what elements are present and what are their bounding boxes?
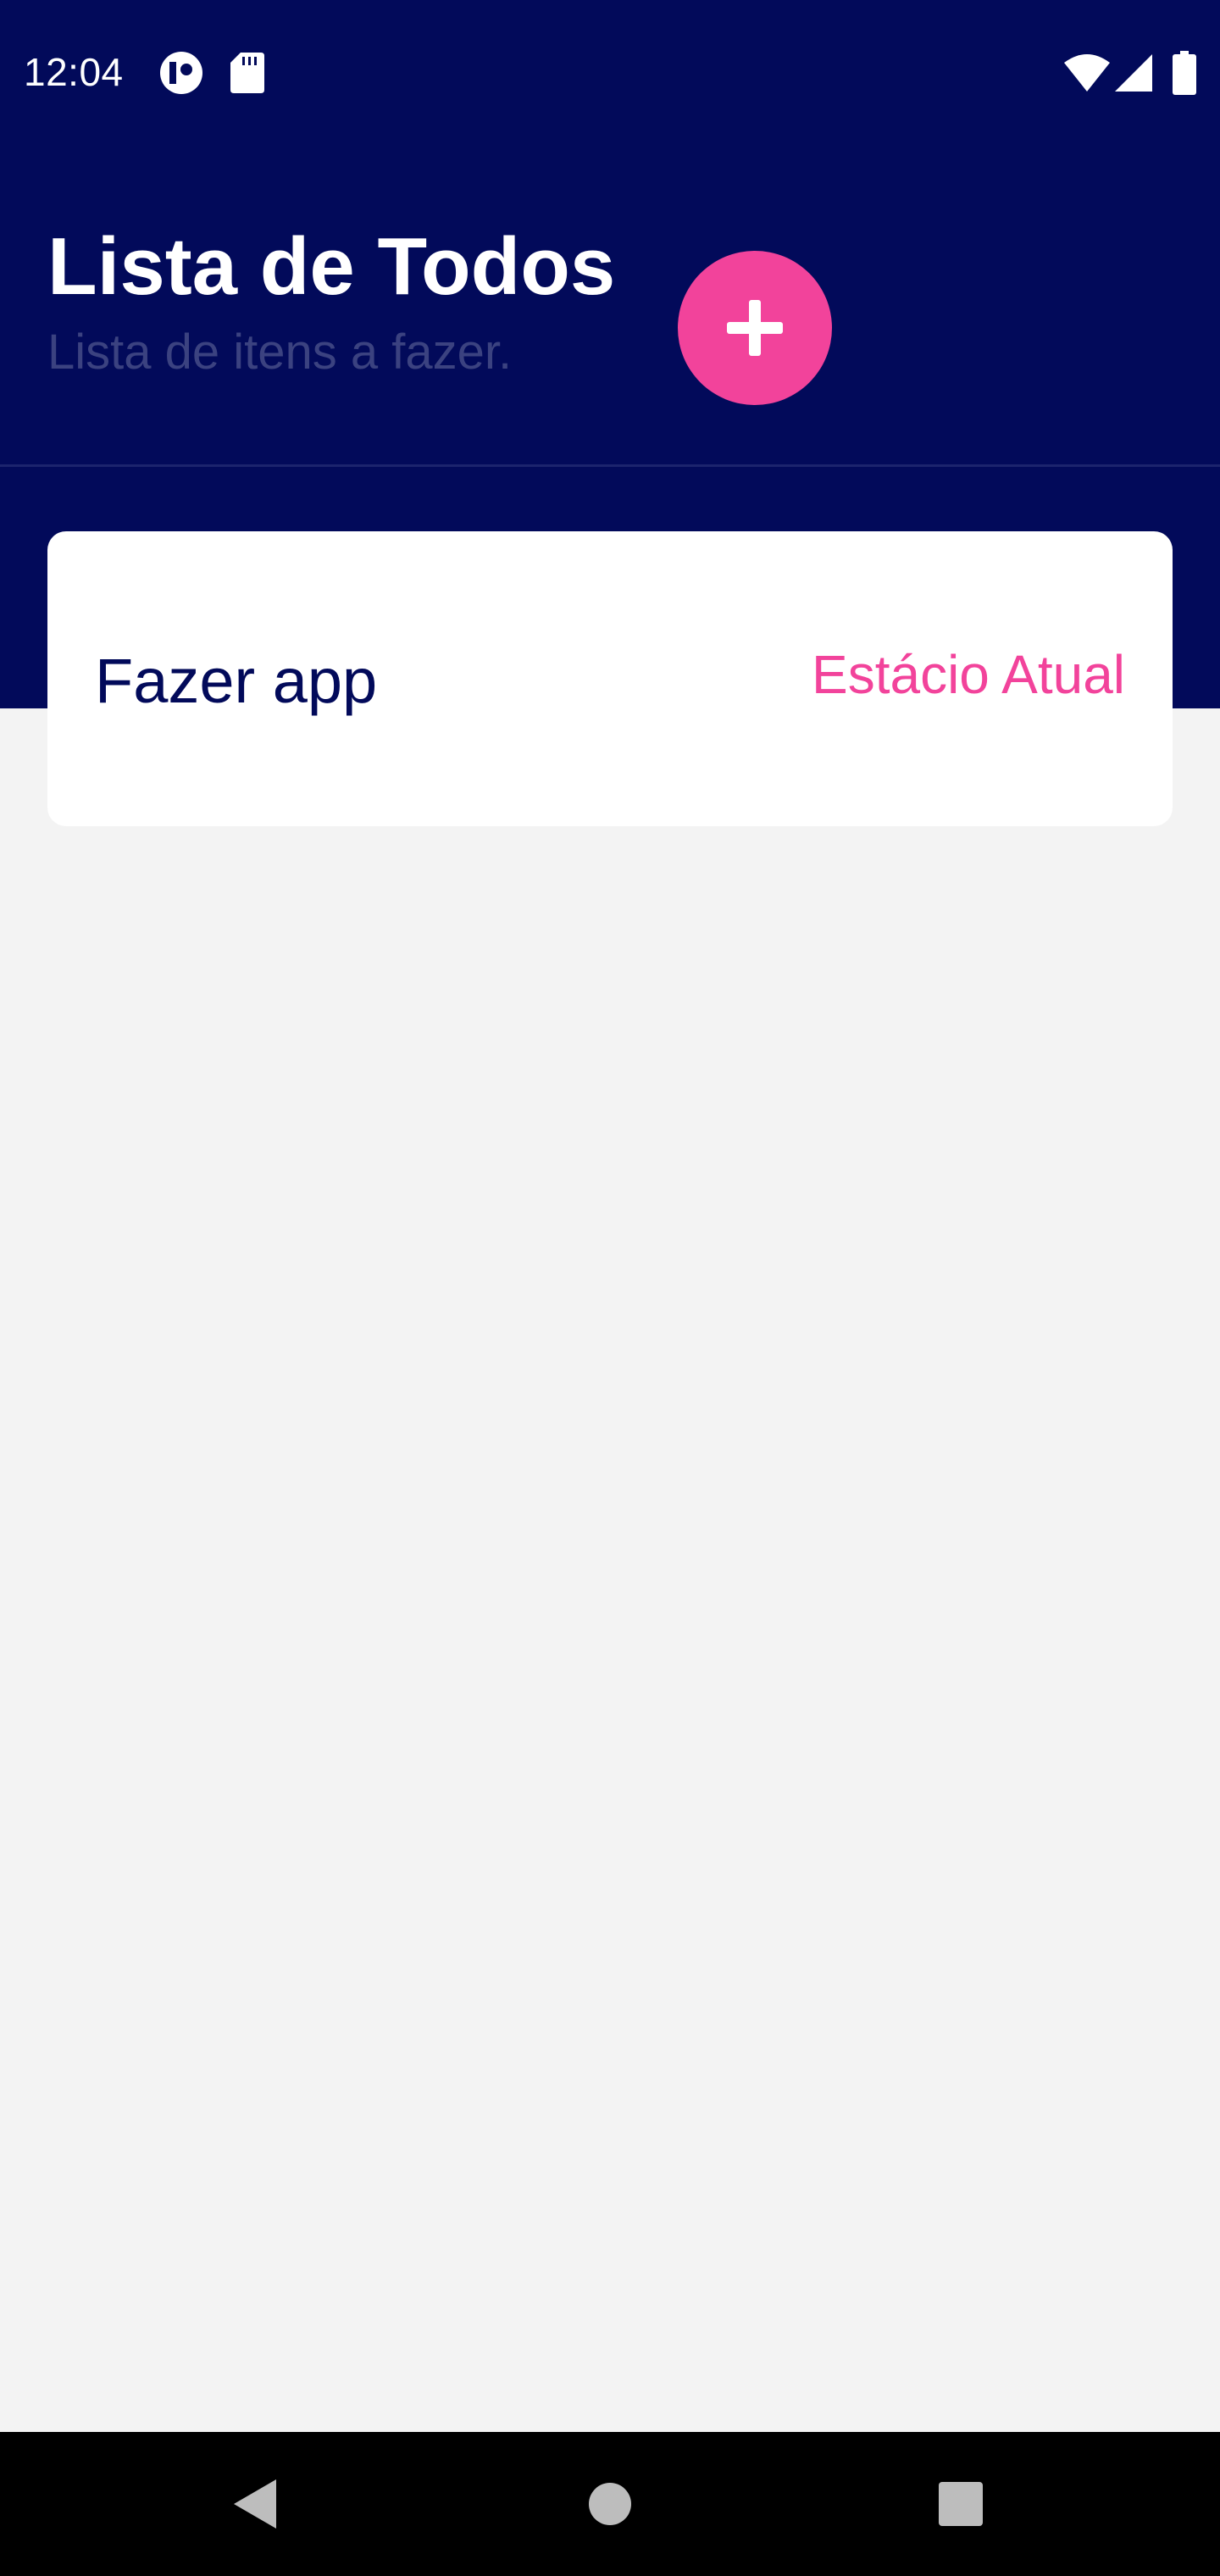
todo-title: Fazer app (95, 646, 378, 716)
todo-card[interactable]: Fazer app Estácio Atual (47, 531, 1173, 826)
page-subtitle: Lista de itens a fazer. (47, 325, 513, 380)
cell-signal-icon (1115, 54, 1152, 92)
sd-card-icon (230, 53, 264, 93)
recents-button[interactable] (876, 2432, 1045, 2576)
navigation-bar (0, 2432, 1220, 2576)
app-notification-icon (160, 52, 202, 94)
wifi-icon (1064, 54, 1110, 92)
todo-tag: Estácio Atual (812, 644, 1125, 705)
header-divider (0, 464, 1220, 467)
app-header: Lista de Todos Lista de itens a fazer. (0, 144, 1220, 464)
back-icon (234, 2479, 276, 2529)
add-todo-button[interactable] (678, 251, 832, 405)
home-button[interactable] (525, 2432, 695, 2576)
home-icon (589, 2483, 631, 2525)
page-title: Lista de Todos (47, 221, 616, 312)
battery-icon (1173, 51, 1196, 95)
recents-icon (939, 2482, 983, 2526)
back-button[interactable] (171, 2432, 341, 2576)
status-time: 12:04 (24, 50, 124, 94)
status-bar: 12:04 (0, 0, 1220, 144)
plus-icon (727, 300, 783, 356)
